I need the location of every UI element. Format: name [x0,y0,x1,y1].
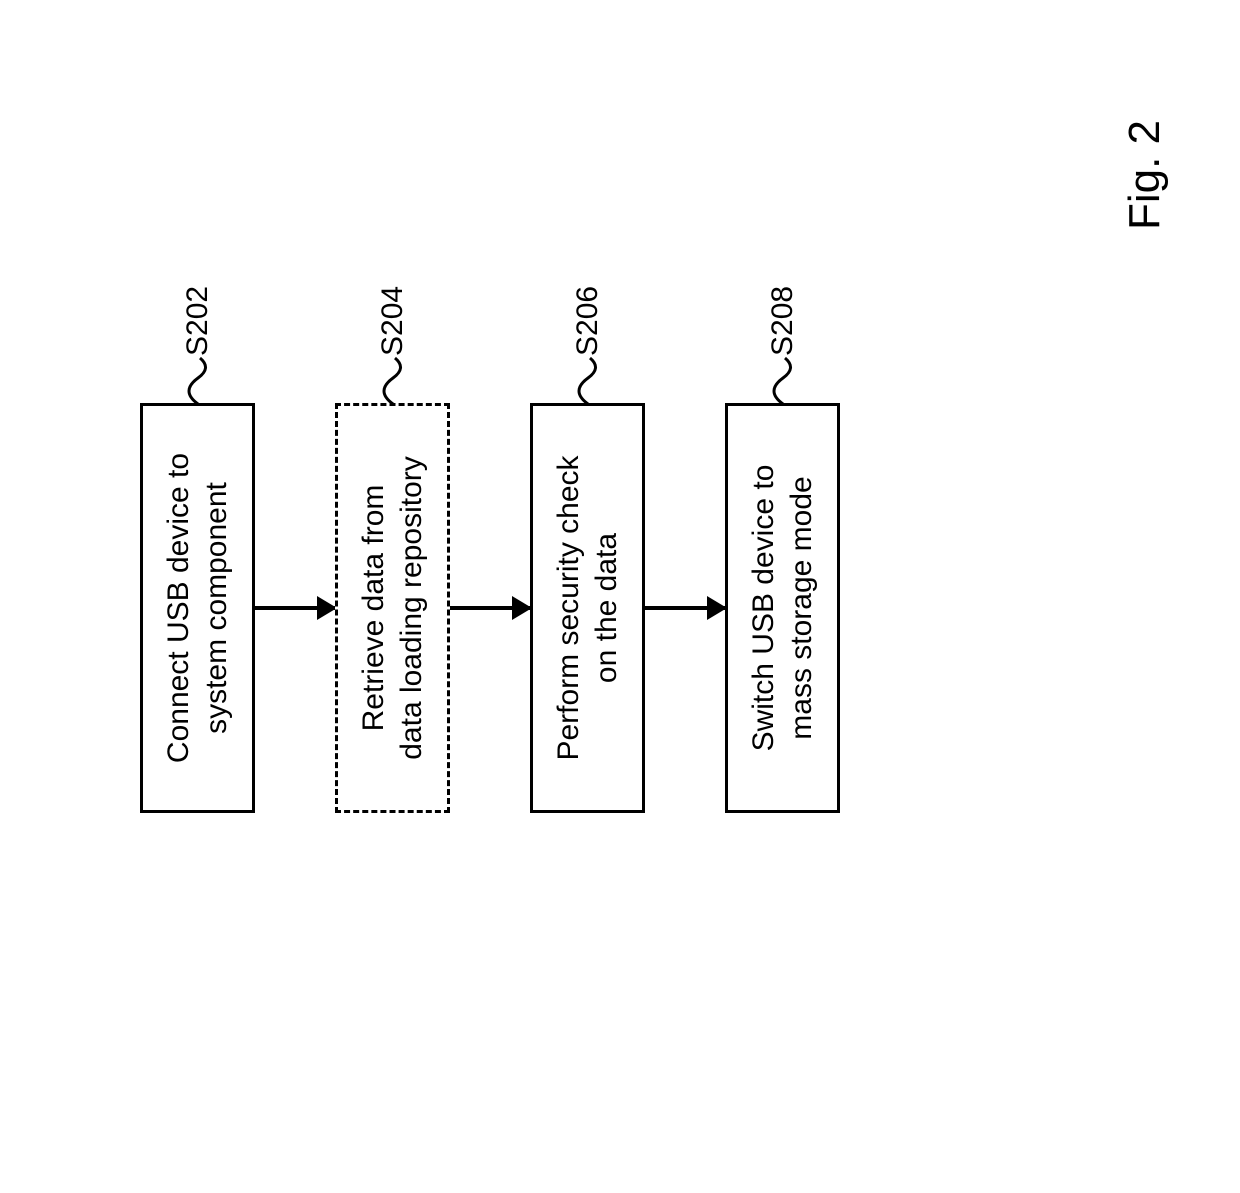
step-text: Switch USB device to mass storage mode [745,465,820,752]
step-text-line2: system component [200,482,233,734]
figure-caption: Fig. 2 [1120,120,1170,230]
flowchart: Connect USB device to system component S… [140,403,840,813]
step-id: S206 [569,286,607,356]
step-text: Connect USB device to system component [160,453,235,763]
step-text: Retrieve data from data loading reposito… [355,456,430,760]
step-text-line1: Retrieve data from [357,485,390,732]
step-text-line1: Switch USB device to [747,465,780,752]
step-box-s208: Switch USB device to mass storage mode S… [725,403,840,813]
step-text: Perform security check on the data [550,455,625,760]
step-box-s202: Connect USB device to system component S… [140,403,255,813]
step-text-line1: Connect USB device to [162,453,195,763]
step-text-line2: on the data [590,533,623,683]
step-box-s206: Perform security check on the data S206 [530,403,645,813]
flow-arrow [645,606,725,610]
connector-curve [568,356,608,406]
connector-curve [763,356,803,406]
step-id: S208 [764,286,802,356]
flow-arrow [255,606,335,610]
step-label-s206: S206 [568,286,608,406]
connector-curve [178,356,218,406]
step-label-s204: S204 [373,286,413,406]
step-id: S204 [374,286,412,356]
flow-arrow [450,606,530,610]
step-box-s204: Retrieve data from data loading reposito… [335,403,450,813]
step-id: S202 [179,286,217,356]
step-label-s202: S202 [178,286,218,406]
step-label-s208: S208 [763,286,803,406]
step-text-line2: data loading repository [395,456,428,760]
connector-curve [373,356,413,406]
step-text-line2: mass storage mode [785,476,818,739]
step-text-line1: Perform security check [552,455,585,760]
